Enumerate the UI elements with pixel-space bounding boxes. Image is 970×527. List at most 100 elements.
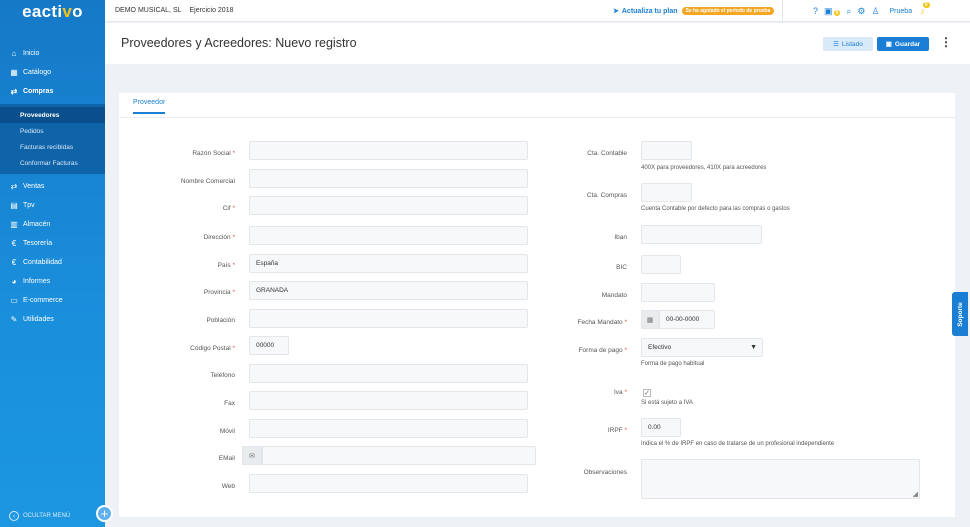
search-icon[interactable]: ⌕ <box>846 6 851 17</box>
tab-divider <box>119 117 955 118</box>
forma-pago-help: Forma de pago habitual <box>641 361 705 367</box>
user-name[interactable]: Prueba <box>890 8 913 15</box>
add-fab-button[interactable]: + <box>96 505 113 522</box>
euro-icon: € <box>11 239 17 248</box>
form-card: Proveedor Razón Social * Nombre Comercia… <box>119 93 955 517</box>
calendar-icon[interactable]: ▣ 0 <box>824 6 841 17</box>
cif-input[interactable] <box>249 196 528 215</box>
nombre-comercial-label: Nombre Comercial <box>180 178 235 185</box>
irpf-help: Indica el % de IRPF en caso de tratarse … <box>641 441 835 447</box>
movil-input[interactable] <box>249 419 528 438</box>
sidebar-item-ecommerce[interactable]: ▭ E-commerce <box>0 291 105 310</box>
calendar-count: 0 <box>833 9 841 16</box>
app-logo[interactable]: eacti v o <box>0 0 105 24</box>
hide-menu-button[interactable]: ‹ OCULTAR MENÚ <box>0 505 105 527</box>
iva-checkbox[interactable]: ✓ <box>643 389 651 397</box>
sidebar-item-contabilidad[interactable]: € Contabilidad <box>0 253 105 272</box>
forma-pago-label: Forma de pago * <box>578 347 627 354</box>
sidebar-subitem-pedidos[interactable]: Pedidos <box>0 123 105 139</box>
irpf-input[interactable]: 0.00 <box>641 418 681 437</box>
bic-label: BIC <box>616 264 627 271</box>
upgrade-plan-link[interactable]: ➤ Actualiza tu plan Se ha agotado el per… <box>613 0 784 22</box>
store-icon: ▭ <box>10 296 18 305</box>
cta-compras-input[interactable] <box>641 183 692 202</box>
fax-input[interactable] <box>249 391 528 410</box>
listado-button[interactable]: ☰ Listado <box>823 37 873 51</box>
iban-input[interactable] <box>641 225 762 244</box>
sidebar-nav: ⌂ Inicio ▦ Catálogo ⇄ Compras Proveedores P… <box>0 44 105 329</box>
shopping-icon: ⇄ <box>10 87 18 96</box>
sidebar-item-compras[interactable]: ⇄ Compras <box>0 82 105 101</box>
sidebar-item-inicio[interactable]: ⌂ Inicio <box>0 44 105 63</box>
calendar-icon[interactable]: ▦ <box>641 310 659 329</box>
observaciones-textarea[interactable]: ◢ <box>641 459 920 499</box>
page-header: Proveedores y Acreedores: Nuevo registro… <box>105 23 970 64</box>
iva-help: Si está sujeto a IVA <box>641 400 693 406</box>
more-options-icon[interactable]: ⋮ <box>940 35 952 49</box>
sidebar-subitem-proveedores[interactable]: Proveedores <box>0 107 105 123</box>
cta-compras-label: Cta. Compras <box>586 192 627 199</box>
resize-handle-icon[interactable]: ◢ <box>913 490 918 498</box>
list-icon: ☰ <box>833 41 839 48</box>
page-title: Proveedores y Acreedores: Nuevo registro <box>121 36 357 50</box>
bell-icon[interactable]: ♪ 0 <box>920 2 930 16</box>
irpf-label: IRPF * <box>607 427 627 434</box>
poblacion-label: Población <box>206 317 235 324</box>
sidebar: eacti v o ⌂ Inicio ▦ Catálogo ⇄ Compras Prove… <box>0 0 113 527</box>
bic-input[interactable] <box>641 255 681 274</box>
cta-compras-help: Cuenta Contable por defecto para las com… <box>641 206 790 212</box>
provincia-input[interactable]: GRANADA <box>249 281 528 300</box>
gear-icon[interactable]: ⚙ <box>857 6 865 17</box>
fiscal-year[interactable]: Ejercicio 2018 <box>190 7 234 14</box>
razon-social-label: Razón Social * <box>192 150 235 157</box>
forma-pago-select[interactable]: Efectivo ▼ <box>641 338 763 357</box>
sidebar-item-informes[interactable]: ◕ Informes <box>0 272 105 291</box>
sidebar-subitem-facturas-recibidas[interactable]: Facturas recibidas <box>0 139 105 155</box>
sidebar-item-catalogo[interactable]: ▦ Catálogo <box>0 63 105 82</box>
web-label: Web <box>221 483 235 490</box>
sidebar-item-utilidades[interactable]: ✎ Utilidades <box>0 310 105 329</box>
mandato-input[interactable] <box>641 283 715 302</box>
sidebar-item-tpv[interactable]: ▤ Tpv <box>0 196 105 215</box>
codigo-postal-input[interactable]: 00000 <box>249 336 289 355</box>
codigo-postal-label: Código Postal * <box>190 345 235 352</box>
chart-pie-icon: ◕ <box>11 277 17 286</box>
user-icon[interactable]: ♙ <box>871 6 879 17</box>
pos-icon: ▤ <box>10 201 18 210</box>
soporte-tab[interactable]: Soporte <box>952 292 968 336</box>
tab-proveedor[interactable]: Proveedor <box>133 99 166 114</box>
nombre-comercial-input[interactable] <box>249 169 528 188</box>
email-input[interactable] <box>262 446 536 465</box>
bell-count: 0 <box>922 2 930 8</box>
save-button[interactable]: ▣ Guardar <box>877 37 929 51</box>
chevron-left-icon: ‹ <box>9 511 19 521</box>
fecha-mandato-label: Fecha Mandato * <box>577 319 627 326</box>
observaciones-label: Observaciones <box>583 469 627 476</box>
telefono-label: Teléfono <box>210 372 235 379</box>
sidebar-item-ventas[interactable]: ⇄ Ventas <box>0 177 105 196</box>
sidebar-subitem-conformar-facturas[interactable]: Conformar Facturas <box>0 155 105 171</box>
fecha-mandato-input[interactable]: 00-00-0000 <box>659 310 715 329</box>
sidebar-item-tesoreria[interactable]: € Tesorería <box>0 234 105 253</box>
pais-input[interactable]: España <box>249 254 528 273</box>
cta-contable-label: Cta. Contable <box>587 150 627 157</box>
razon-social-input[interactable] <box>249 141 528 160</box>
help-icon[interactable]: ? <box>813 6 818 16</box>
poblacion-input[interactable] <box>249 309 528 328</box>
provincia-label: Provincia * <box>203 289 235 296</box>
company-name[interactable]: DEMO MUSICAL, SL <box>115 7 182 14</box>
trial-expired-badge: Se ha agotado el periodo de prueba <box>681 7 775 15</box>
dashboard-icon: ⌂ <box>11 49 17 58</box>
sales-icon: ⇄ <box>10 182 18 191</box>
cta-contable-input[interactable] <box>641 141 692 160</box>
web-input[interactable] <box>249 474 528 493</box>
top-icons: ? ▣ 0 ⌕ ⚙ ♙ Prueba ♪ 0 <box>813 0 930 22</box>
movil-label: Móvil <box>219 428 235 435</box>
top-bar: DEMO MUSICAL, SL Ejercicio 2018 ➤ Actual… <box>105 0 970 22</box>
euro-icon: € <box>11 258 17 267</box>
cif-label: Cif * <box>222 205 235 212</box>
sidebar-item-almacen[interactable]: ▥ Almacén <box>0 215 105 234</box>
iva-label: Iva * <box>613 389 627 396</box>
direccion-input[interactable] <box>249 226 528 245</box>
telefono-input[interactable] <box>249 364 528 383</box>
